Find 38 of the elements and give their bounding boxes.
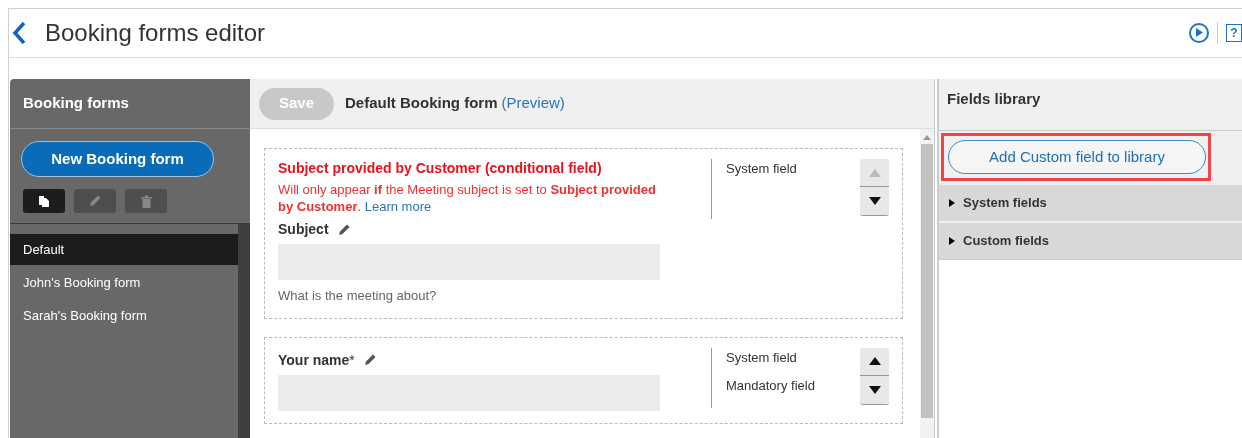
up-arrow-icon [867,356,882,366]
add-custom-field-button[interactable]: Add Custom field to library [948,140,1206,174]
field-tag: Mandatory field [726,376,856,396]
copy-button[interactable] [23,189,65,213]
form-list-item[interactable]: John's Booking form [10,267,238,298]
pencil-icon [88,194,102,208]
library-section[interactable]: Custom fields [939,221,1242,259]
scrollbar[interactable] [920,129,934,438]
new-form-button[interactable]: New Booking form [21,141,214,177]
conditional-title: Subject provided by Customer (conditional field) [278,159,603,177]
field-label: Your name* [278,350,355,370]
help-button[interactable]: ? [1226,23,1242,42]
learn-more-link[interactable]: Learn more [364,199,432,214]
scrollbar[interactable] [238,224,250,438]
form-name: Default Booking form [345,93,498,114]
down-arrow-icon [867,384,882,395]
down-arrow-icon [867,196,882,206]
sidebar-title: Booking forms [23,93,129,114]
pencil-icon [336,222,351,237]
up-arrow-icon [867,167,882,178]
copy-icon [38,194,50,208]
form-list-item[interactable]: Sarah's Booking form [10,300,238,331]
library-section[interactable]: System fields [939,183,1242,221]
page-title: Booking forms editor [45,17,266,48]
scroll-up-icon[interactable] [923,134,931,140]
library-title: Fields library [947,89,1041,109]
form-list-item[interactable]: Default [10,234,238,265]
field-tag: System field [726,159,856,179]
field-tag: System field [726,347,856,367]
preview-link[interactable]: (Preview) [501,92,565,115]
field-label: Subject [278,220,329,239]
play-icon[interactable] [1189,22,1209,43]
section-label: Custom fields [963,232,1049,251]
trash-icon [140,194,152,208]
section-label: System fields [963,194,1047,213]
pencil-icon [362,353,377,367]
conditional-note: Will only appear if the Meeting subject is set to Subject provided by Customer. Learn more [278,181,657,215]
field-hint: What is the meeting about? [278,287,438,305]
